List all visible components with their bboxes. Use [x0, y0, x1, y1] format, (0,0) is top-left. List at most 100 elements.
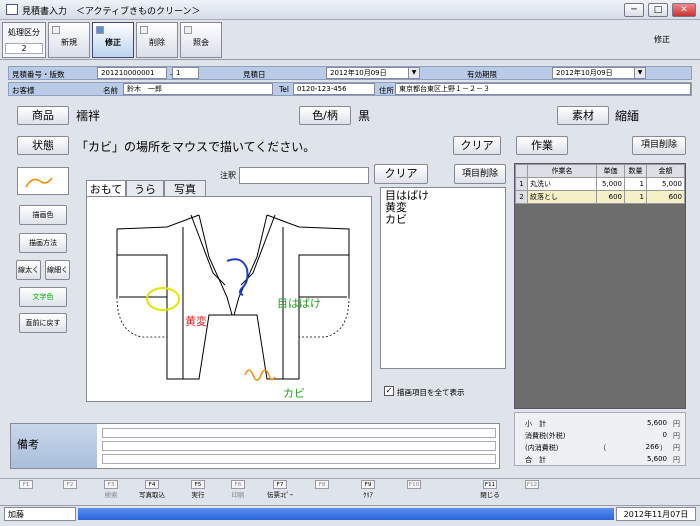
state-clear-button[interactable]: クリア: [453, 136, 501, 155]
delete-button[interactable]: 削除: [136, 22, 178, 58]
color-value: 黒: [358, 109, 371, 123]
inner-tax-open: （: [599, 444, 606, 452]
subtotal-label: 小 計: [525, 420, 546, 428]
app-icon: [6, 4, 18, 15]
edit-icon: [96, 26, 104, 34]
key-cap: F5: [191, 480, 205, 489]
product-button[interactable]: 商品: [17, 106, 69, 125]
price-cell[interactable]: 600: [596, 190, 625, 204]
annotation-delete-button[interactable]: 項目削除: [454, 164, 506, 184]
estimate-row: 見積番号・版数 201210000001 － 1 見積日 2012年10月09日…: [8, 66, 692, 80]
material-button[interactable]: 素材: [557, 106, 609, 125]
inner-tax-value: 266: [645, 443, 659, 451]
key-cap: F12: [525, 480, 539, 489]
inner-tax-close: ）: [660, 444, 667, 452]
work-delete-button[interactable]: 項目削除: [632, 136, 686, 155]
table-header: 金額: [646, 164, 685, 178]
close-button[interactable]: ✕: [672, 3, 696, 17]
tel-field[interactable]: 0120-123-456: [293, 83, 375, 95]
total-unit: 円: [673, 456, 680, 464]
f8-key[interactable]: F8: [300, 480, 344, 502]
f2-key[interactable]: F2: [48, 480, 92, 502]
memo-line-3[interactable]: [102, 454, 496, 464]
key-cap: F6: [231, 480, 245, 489]
name-label: 名前: [103, 86, 118, 95]
execute-key[interactable]: F5 実行: [176, 480, 220, 502]
undo-button[interactable]: 直前に戻す: [19, 313, 67, 333]
list-item[interactable]: カビ: [385, 214, 501, 226]
tab-back[interactable]: うら: [126, 180, 164, 196]
material-value: 縮緬: [615, 109, 640, 123]
slip-copy-key[interactable]: F7 伝票ｺﾋﾟｰ: [258, 480, 302, 502]
work-name-cell[interactable]: 丸洗い: [527, 177, 597, 191]
key-label: 閉じる: [480, 491, 500, 499]
f12-key[interactable]: F12: [510, 480, 554, 502]
close-key[interactable]: F11 閉じる: [468, 480, 512, 502]
estimate-no-field[interactable]: 201210000001: [97, 67, 167, 79]
work-name-cell[interactable]: 紋落とし: [527, 190, 597, 204]
table-header: [515, 164, 528, 178]
search-key[interactable]: F3 検索: [89, 480, 133, 502]
chevron-down-icon[interactable]: ▼: [408, 68, 419, 78]
status-progress: [78, 508, 614, 520]
f10-key[interactable]: F10: [392, 480, 436, 502]
inner-tax-label: (内消費税): [525, 444, 559, 452]
tax-value: 0: [662, 431, 667, 439]
key-label: 伝票ｺﾋﾟｰ: [267, 491, 293, 499]
table-header: 作業名: [527, 164, 597, 178]
annotation-field[interactable]: [239, 167, 369, 184]
customer-label: お客様: [12, 86, 35, 95]
clear-key[interactable]: F9 ｸﾘｱ: [346, 480, 390, 502]
version-field[interactable]: 1: [172, 67, 199, 79]
date-field[interactable]: 2012年10月09日 ▼: [326, 67, 420, 79]
thicker-button[interactable]: 線太く: [16, 260, 41, 280]
thinner-button[interactable]: 線細く: [45, 260, 70, 280]
memo-line-1[interactable]: [102, 428, 496, 438]
f1-key[interactable]: F1: [4, 480, 48, 502]
draw-color-button[interactable]: 描画色: [19, 205, 67, 225]
drawing-canvas[interactable]: 目はばけ 黄変 カビ: [86, 196, 372, 402]
maximize-button[interactable]: □: [648, 3, 668, 17]
valid-date-field[interactable]: 2012年10月09日 ▼: [552, 67, 646, 79]
color-button[interactable]: 色/柄: [299, 106, 351, 125]
draw-method-button[interactable]: 描画方法: [19, 233, 67, 253]
tab-front[interactable]: おもて: [86, 180, 126, 197]
minimize-button[interactable]: ─: [624, 3, 644, 17]
key-cap: F2: [63, 480, 77, 489]
memo-line-2[interactable]: [102, 441, 496, 451]
annotation-label: 注釈: [220, 171, 236, 180]
state-button[interactable]: 状態: [17, 136, 69, 155]
color-swatch[interactable]: [17, 167, 69, 195]
marks-list[interactable]: 目はばけ 黄変 カビ: [380, 187, 506, 369]
key-label: ｸﾘｱ: [363, 491, 373, 499]
key-label: 実行: [191, 491, 205, 499]
qty-cell[interactable]: 1: [624, 177, 647, 191]
edit-button[interactable]: 修正: [92, 22, 134, 58]
print-key[interactable]: F6 印刷: [216, 480, 260, 502]
work-table[interactable]: 作業名 単価 数量 金額 1 丸洗い 5,000 1 5,000 2 紋落とし 600 1 600: [514, 163, 686, 409]
qty-cell[interactable]: 1: [624, 190, 647, 204]
new-button[interactable]: 新規: [48, 22, 90, 58]
table-row[interactable]: 2 紋落とし 600 1 600: [515, 190, 685, 204]
address-field[interactable]: 東京都台東区上野１－２－３: [395, 83, 691, 95]
view-button[interactable]: 照会: [180, 22, 222, 58]
work-button[interactable]: 作業: [516, 136, 568, 155]
show-all-label: 描画項目を全て表示: [397, 388, 465, 397]
text-color-button[interactable]: 文字色: [19, 287, 67, 307]
totals-panel: 小 計 5,600 円 消費税(外税) 0 円 (内消費税) （ 266 ） 円…: [514, 412, 686, 466]
chevron-down-icon[interactable]: ▼: [634, 68, 645, 78]
photo-import-key[interactable]: F4 写真取込: [130, 480, 174, 502]
key-cap: F10: [407, 480, 421, 489]
row-number: 2: [515, 190, 528, 204]
show-all-checkbox[interactable]: ✓: [384, 386, 394, 396]
name-field[interactable]: 鈴木 一郎: [123, 83, 273, 95]
table-row[interactable]: 1 丸洗い 5,000 1 5,000: [515, 177, 685, 191]
annotation-clear-button[interactable]: クリア: [374, 164, 428, 184]
price-cell[interactable]: 5,000: [596, 177, 625, 191]
tab-photo[interactable]: 写真: [164, 180, 206, 196]
table-header: 数量: [624, 164, 647, 178]
mode-indicator: 処理区分 2: [2, 22, 46, 58]
date-value: 2012年10月09日: [330, 69, 387, 77]
mark-label-a: 目はばけ: [277, 297, 321, 310]
key-cap: F7: [273, 480, 287, 489]
